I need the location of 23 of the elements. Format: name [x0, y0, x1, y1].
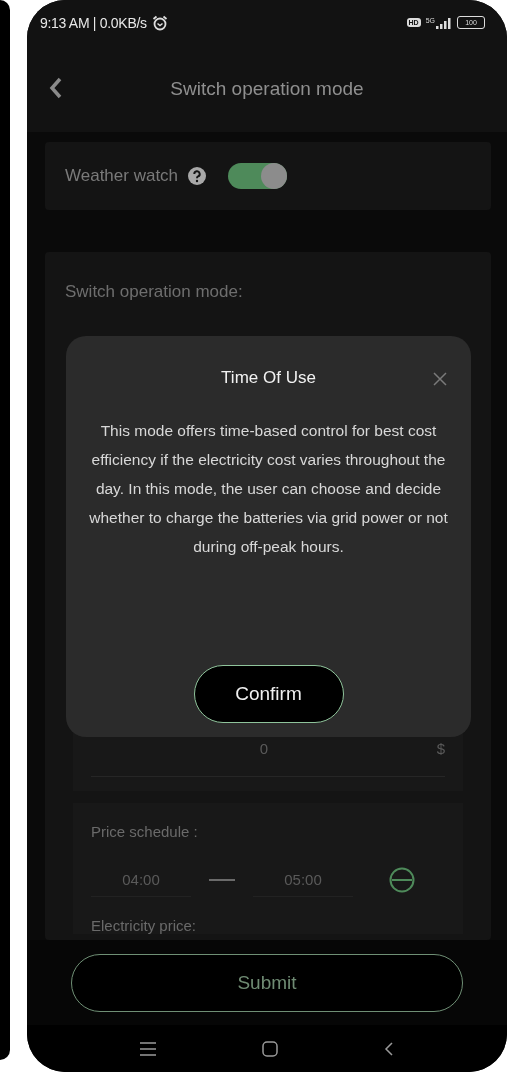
electricity-price-label: Electricity price:	[91, 917, 198, 934]
confirm-button[interactable]: Confirm	[193, 665, 344, 723]
submit-button[interactable]: Submit	[71, 953, 463, 1012]
start-time-field[interactable]: 04:00	[91, 862, 191, 897]
range-dash	[209, 878, 235, 881]
signal-icon	[436, 16, 452, 29]
price-schedule-label: Price schedule :	[91, 823, 199, 840]
dialog-description: This mode offers time-based control for best cost efficiency if the electricity cost varies throughout the day. In this mode, the user can choose and decide whether to charge the batteries via grid power or not during off-peak hours.	[88, 421, 449, 557]
page-title: Switch operation mode	[170, 77, 364, 100]
status-time: 9:13 AM | 0.0KB/s	[40, 14, 147, 31]
end-time-field[interactable]: 05:00	[253, 862, 353, 897]
help-icon[interactable]	[188, 167, 207, 185]
mode-label: Switch operation mode:	[65, 282, 244, 302]
close-icon[interactable]	[433, 372, 447, 386]
home-square-icon[interactable]	[262, 1040, 278, 1057]
menu-icon[interactable]	[140, 1041, 156, 1056]
back-nav-icon[interactable]	[384, 1040, 394, 1057]
weather-watch-toggle[interactable]	[228, 163, 288, 189]
remove-icon[interactable]	[389, 866, 415, 893]
weather-watch-label: Weather watch	[65, 166, 179, 186]
back-icon[interactable]	[49, 77, 63, 99]
dialog-title: Time Of Use	[221, 368, 316, 388]
alarm-clock-icon	[151, 14, 168, 31]
